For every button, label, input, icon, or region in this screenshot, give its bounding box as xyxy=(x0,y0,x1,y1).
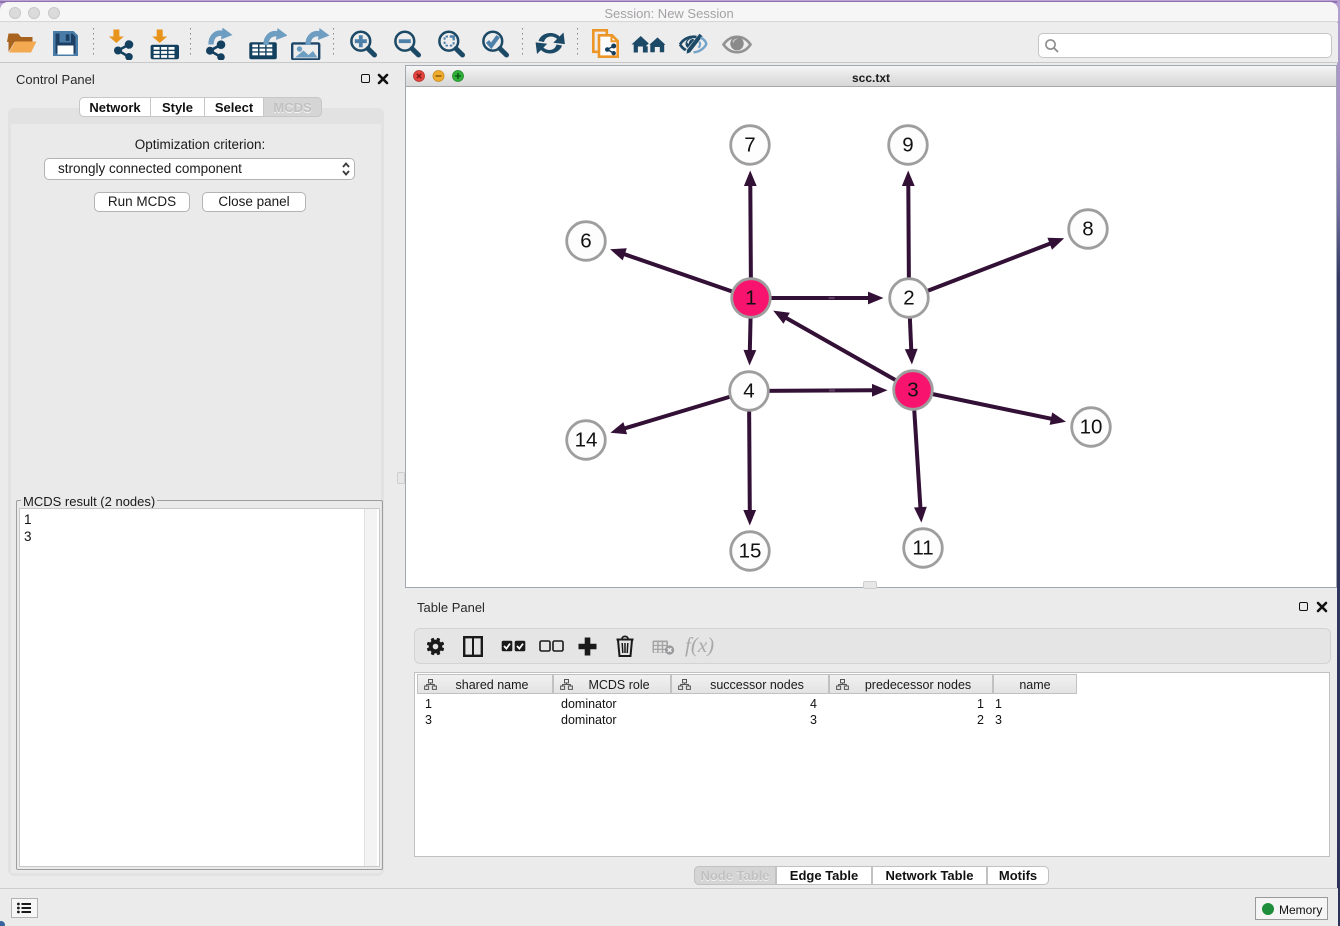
svg-text:3: 3 xyxy=(907,379,918,402)
svg-text:2: 2 xyxy=(903,287,914,310)
svg-text:10: 10 xyxy=(1080,416,1103,439)
svg-text:11: 11 xyxy=(912,537,933,560)
svg-text:1: 1 xyxy=(745,287,756,310)
svg-text:9: 9 xyxy=(902,134,913,157)
svg-text:7: 7 xyxy=(744,134,755,157)
svg-text:14: 14 xyxy=(575,429,598,452)
svg-text:15: 15 xyxy=(739,540,762,563)
svg-text:8: 8 xyxy=(1082,218,1093,241)
svg-text:4: 4 xyxy=(743,380,754,403)
svg-text:6: 6 xyxy=(580,230,591,253)
